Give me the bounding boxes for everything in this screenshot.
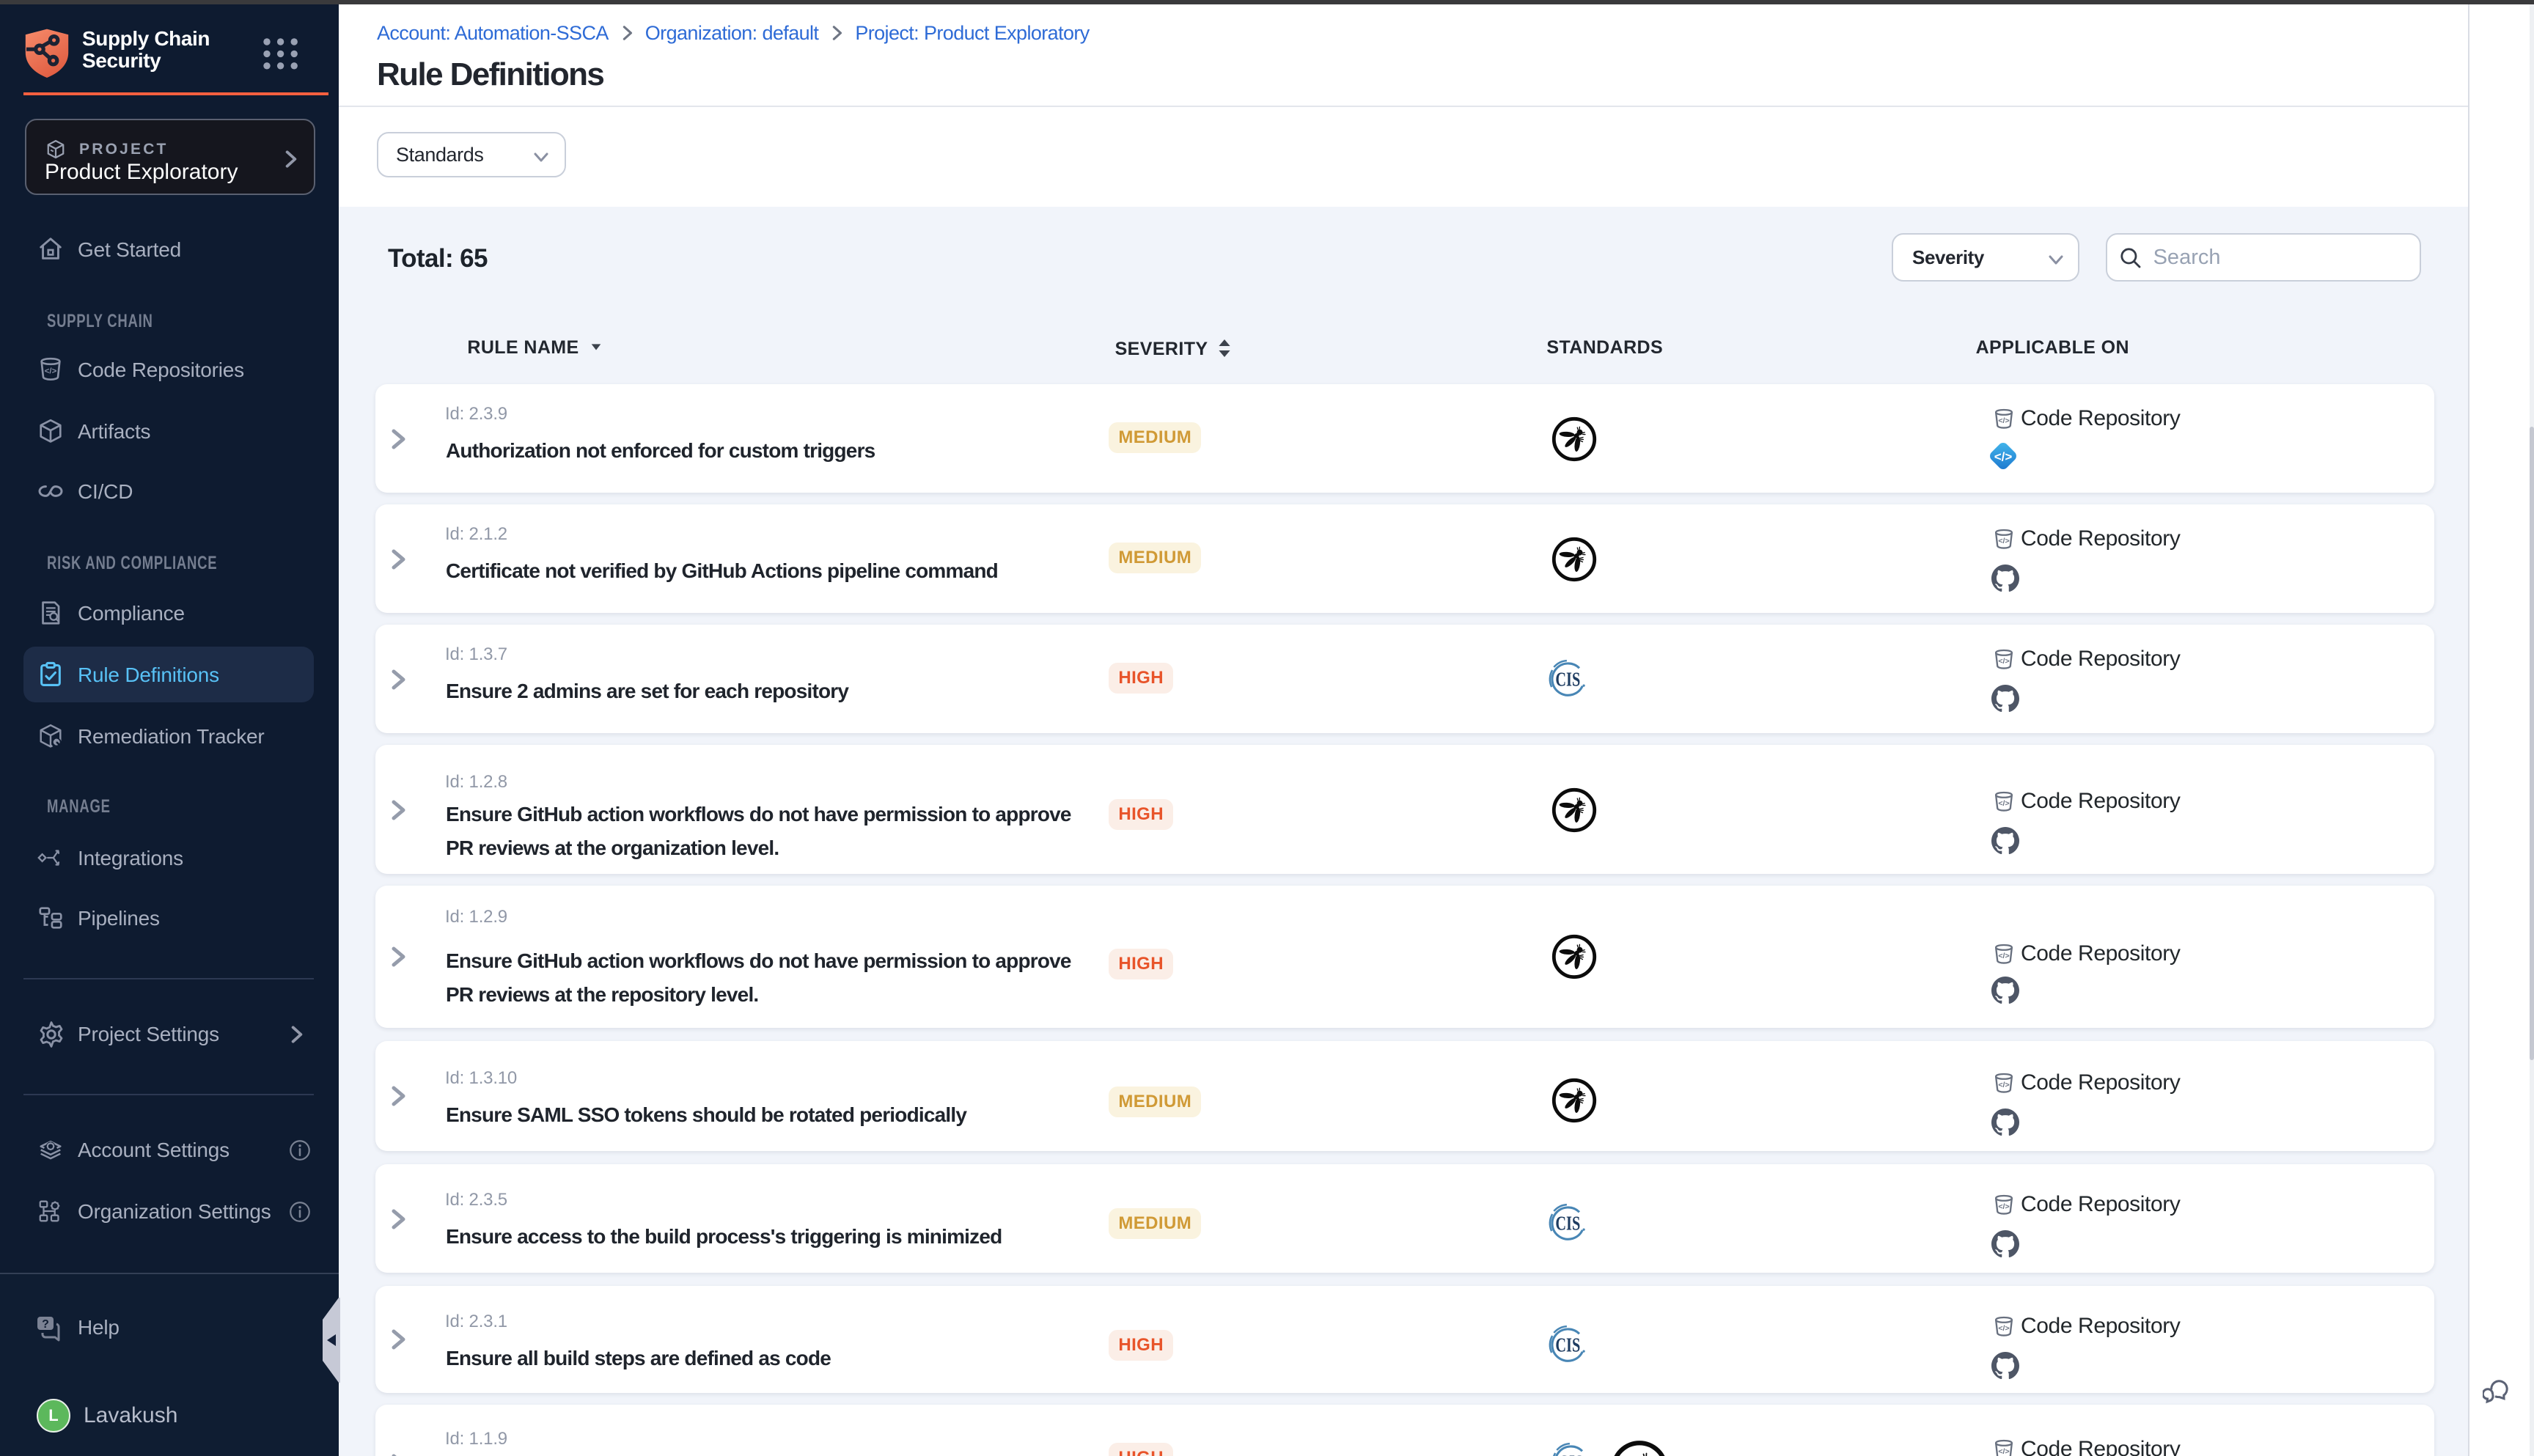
svg-text:</>: </> bbox=[45, 367, 57, 375]
svg-text:?: ? bbox=[41, 1317, 48, 1330]
svg-text:</>: </> bbox=[1998, 799, 2009, 808]
svg-text:</>: </> bbox=[1998, 1447, 2009, 1456]
svg-text:</>: </> bbox=[1998, 952, 2009, 960]
svg-text:</>: </> bbox=[1998, 1323, 2009, 1332]
svg-text:CIS: CIS bbox=[1555, 1212, 1580, 1234]
svg-text:CIS: CIS bbox=[1555, 667, 1580, 689]
svg-text:</>: </> bbox=[1994, 449, 2013, 463]
svg-text:</>: </> bbox=[1998, 1202, 2009, 1210]
svg-text:</>: </> bbox=[1998, 537, 2009, 545]
svg-text:CIS: CIS bbox=[1558, 1451, 1583, 1456]
svg-text:</>: </> bbox=[1998, 1081, 2009, 1089]
svg-text:</>: </> bbox=[1998, 657, 2009, 666]
svg-text:CIS: CIS bbox=[1555, 1334, 1580, 1356]
svg-text:</>: </> bbox=[1998, 416, 2009, 425]
